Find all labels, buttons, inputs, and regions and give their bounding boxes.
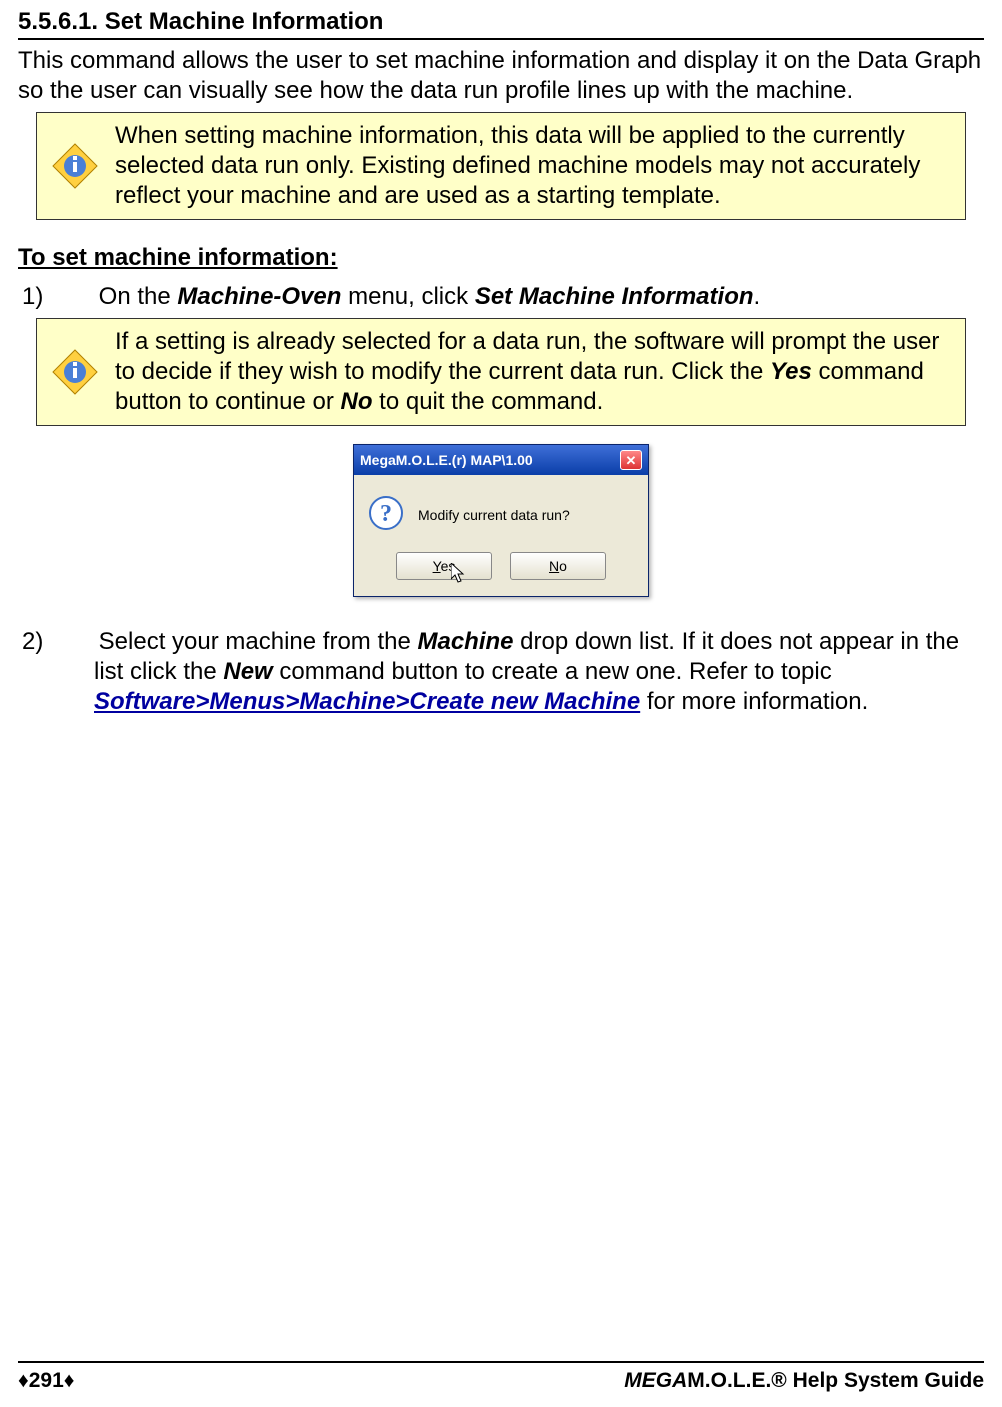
svg-text:?: ? [380, 501, 392, 527]
close-button[interactable]: ✕ [620, 450, 642, 470]
note2-no: No [341, 388, 373, 415]
question-icon: ? [368, 495, 404, 534]
step-1-menu-name: Machine-Oven [177, 283, 341, 310]
note-box-1: When setting machine information, this d… [36, 112, 966, 220]
note-text-1: When setting machine information, this d… [115, 121, 955, 211]
step-2-text-d: for more information. [640, 688, 868, 715]
note2-yes: Yes [770, 358, 812, 385]
modify-dialog: MegaM.O.L.E.(r) MAP\1.00 ✕ ? Modify curr… [353, 444, 649, 597]
step-2-new: New [223, 658, 272, 685]
note2-c: to quit the command. [373, 388, 604, 415]
dialog-message: Modify current data run? [418, 507, 570, 523]
dialog-body: ? Modify current data run? [354, 475, 648, 544]
no-button[interactable]: No [510, 552, 606, 580]
page-footer: ♦291♦ MEGAM.O.L.E.® Help System Guide [18, 1361, 984, 1393]
info-icon [47, 142, 103, 190]
section-heading: 5.5.6.1. Set Machine Information [18, 8, 984, 40]
step-1-text-c: . [754, 283, 761, 310]
step-2-text-c: command button to create a new one. Refe… [273, 658, 832, 685]
step-2: 2) Select your machine from the Machine … [18, 627, 984, 717]
step-2-number: 2) [58, 627, 92, 657]
close-icon: ✕ [626, 454, 637, 467]
guide-title-italic: MEGA [624, 1369, 687, 1392]
step-1: 1) On the Machine-Oven menu, click Set M… [18, 282, 984, 312]
intro-paragraph: This command allows the user to set mach… [18, 46, 984, 106]
procedure-heading: To set machine information: [18, 244, 984, 272]
step-1-command: Set Machine Information [475, 283, 754, 310]
dialog-title: MegaM.O.L.E.(r) MAP\1.00 [360, 452, 533, 468]
dialog-titlebar: MegaM.O.L.E.(r) MAP\1.00 ✕ [354, 445, 648, 475]
guide-title-rest: M.O.L.E.® Help System Guide [687, 1369, 984, 1392]
info-icon [47, 348, 103, 396]
page-number: ♦291♦ [18, 1369, 74, 1393]
step-1-number: 1) [58, 282, 92, 312]
step-2-text-a: Select your machine from the [99, 628, 418, 655]
dialog-button-row: Yes No [354, 544, 648, 596]
dialog-screenshot: MegaM.O.L.E.(r) MAP\1.00 ✕ ? Modify curr… [18, 444, 984, 597]
step-1-text-a: On the [99, 283, 178, 310]
note-box-2: If a setting is already selected for a d… [36, 318, 966, 426]
yes-button[interactable]: Yes [396, 552, 492, 580]
note-text-2: If a setting is already selected for a d… [115, 327, 955, 417]
step-1-text-b: menu, click [341, 283, 474, 310]
step-2-machine: Machine [417, 628, 513, 655]
cursor-icon [451, 563, 467, 585]
guide-title: MEGAM.O.L.E.® Help System Guide [624, 1369, 984, 1393]
topic-link[interactable]: Software>Menus>Machine>Create new Machin… [94, 688, 640, 715]
no-button-label: No [549, 558, 567, 574]
